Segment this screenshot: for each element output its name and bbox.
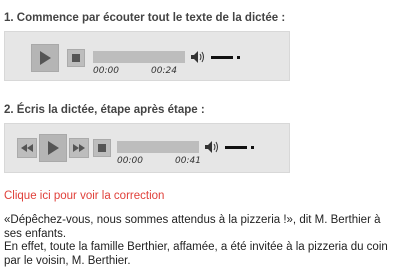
rewind-button[interactable] <box>17 138 37 158</box>
correction-link[interactable]: Clique ici pour voir la correction <box>4 190 164 202</box>
step2-heading: 2. Écris la dictée, étape après étape : <box>4 104 205 116</box>
volume-icon[interactable] <box>191 51 205 63</box>
text-line-1: «Dépêchez-vous, nous sommes attendus à l… <box>4 214 381 240</box>
text-line-2: En effet, toute la famille Berthier, aff… <box>4 241 388 267</box>
play-button[interactable] <box>39 134 67 162</box>
duration: 00:41 <box>175 156 201 166</box>
volume-max-dot <box>251 146 254 149</box>
volume-max-dot <box>237 56 240 59</box>
volume-icon[interactable] <box>205 141 219 153</box>
stop-icon <box>72 54 80 62</box>
play-button[interactable] <box>31 44 59 72</box>
rewind-icon <box>21 144 33 152</box>
progress-bar[interactable] <box>117 141 199 153</box>
stop-icon <box>98 144 106 152</box>
step1-heading: 1. Commence par écouter tout le texte de… <box>4 12 286 24</box>
audio-player-steps: 00:00 00:41 <box>4 123 290 173</box>
stop-button[interactable] <box>67 49 85 67</box>
fast-forward-icon <box>73 144 85 152</box>
stop-button[interactable] <box>93 139 111 157</box>
play-icon <box>40 51 51 65</box>
current-time: 00:00 <box>117 156 143 166</box>
current-time: 00:00 <box>93 66 119 76</box>
audio-player-full: 00:00 00:24 <box>4 31 290 81</box>
progress-bar[interactable] <box>93 51 185 63</box>
duration: 00:24 <box>151 66 177 76</box>
fast-forward-button[interactable] <box>69 138 89 158</box>
volume-slider[interactable] <box>225 146 247 149</box>
volume-slider[interactable] <box>211 56 233 59</box>
play-icon <box>48 141 59 155</box>
